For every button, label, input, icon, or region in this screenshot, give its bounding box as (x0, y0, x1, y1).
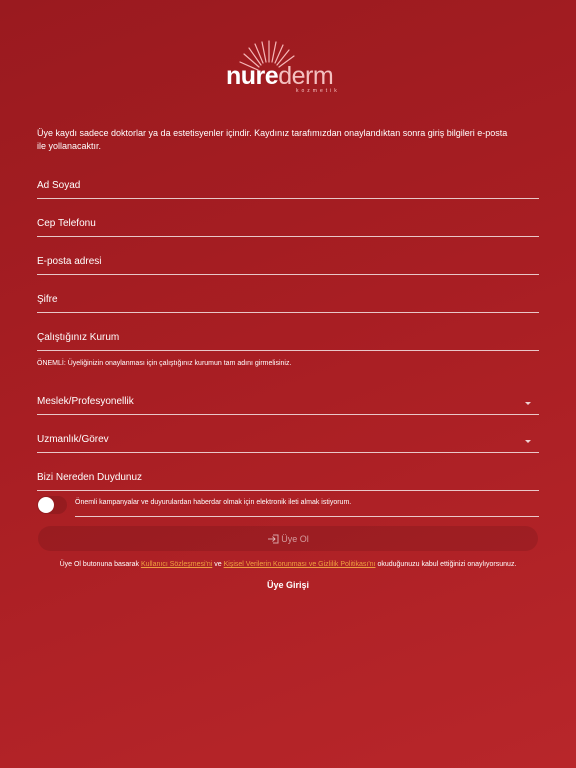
consent-label: Önemli kampanyalar ve duyurulardan haber… (75, 499, 352, 506)
chevron-down-icon (525, 402, 531, 405)
chevron-down-icon (525, 440, 531, 443)
consent-toggle[interactable] (37, 496, 67, 514)
intro-text: Üye kaydı sadece doktorlar ya da estetis… (37, 128, 508, 151)
institution-note: ÖNEMLİ: Üyeliğinizin onaylanması için ça… (37, 360, 292, 367)
email-input[interactable]: E-posta adresi (37, 254, 539, 275)
phone-placeholder: Cep Telefonu (37, 218, 96, 229)
brand-logo: nurederm kozmetik (0, 40, 576, 100)
email-placeholder: E-posta adresi (37, 256, 102, 267)
specialty-placeholder: Uzmanlık/Görev (37, 434, 109, 445)
referral-placeholder: Bizi Nereden Duydunuz (37, 472, 143, 483)
register-button[interactable]: Üye Ol (38, 526, 538, 551)
logo-wordmark: nurederm (226, 62, 334, 90)
referral-input[interactable]: Bizi Nereden Duydunuz (37, 470, 539, 491)
phone-input[interactable]: Cep Telefonu (37, 216, 539, 237)
privacy-link[interactable]: Kişisel Verilerin Korunması ve Gizlilik … (224, 561, 376, 568)
institution-input[interactable]: Çalıştığınız Kurum (37, 330, 539, 351)
login-link[interactable]: Üye Girişi (0, 580, 576, 590)
logo-subtitle: kozmetik (296, 88, 340, 94)
profession-placeholder: Meslek/Profesyonellik (37, 396, 134, 407)
password-input[interactable]: Şifre (37, 292, 539, 313)
consent-row: Önemli kampanyalar ve duyurulardan haber… (37, 494, 539, 517)
specialty-select[interactable]: Uzmanlık/Görev (37, 432, 539, 453)
sign-in-icon (268, 534, 279, 543)
terms-link[interactable]: Kullanıcı Sözleşmesi'ni (141, 561, 212, 568)
profession-select[interactable]: Meslek/Profesyonellik (37, 394, 539, 415)
password-placeholder: Şifre (37, 294, 58, 305)
full-name-placeholder: Ad Soyad (37, 180, 81, 191)
toggle-knob (38, 497, 54, 513)
divider (75, 516, 539, 517)
register-button-label: Üye Ol (281, 533, 309, 544)
legal-text: Üye Ol butonuna basarak Kullanıcı Sözleş… (59, 561, 517, 568)
full-name-input[interactable]: Ad Soyad (37, 178, 539, 199)
institution-placeholder: Çalıştığınız Kurum (37, 332, 120, 343)
